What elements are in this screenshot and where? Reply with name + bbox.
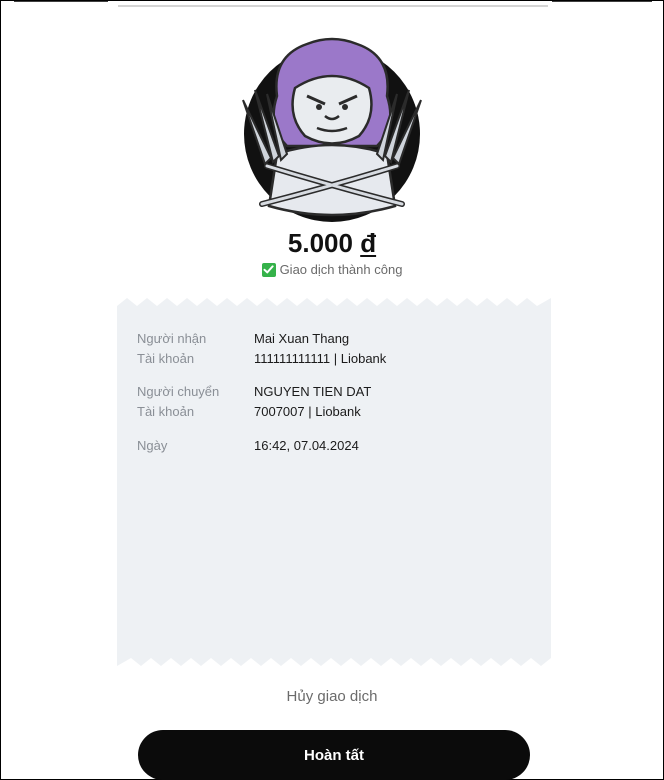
row-label: Tài khoản [137, 404, 195, 419]
row-value: Mai Xuan Thang [254, 331, 350, 346]
row-label: Ngày [137, 438, 168, 453]
done-button[interactable]: Hoàn tất [138, 730, 530, 780]
done-button-label: Hoàn tất [304, 746, 364, 764]
row-value: 111111111111 | Liobank [254, 351, 387, 366]
row-label: Người chuyển [137, 384, 220, 399]
lion-mascot-icon [242, 37, 422, 222]
currency-symbol: đ [360, 228, 377, 258]
cancel-transaction-link[interactable]: Hủy giao dịch [0, 688, 664, 705]
check-square-icon [261, 262, 276, 277]
top-divider [14, 0, 652, 7]
row-label: Tài khoản [137, 351, 195, 366]
status-text: Giao dịch thành công [279, 262, 403, 277]
row-value: 7007007 | Liobank [254, 404, 361, 419]
row-label: Người nhận [137, 331, 207, 346]
transfer-amount: 5.000 đ [0, 228, 664, 259]
transaction-status: Giao dịch thành công [0, 262, 664, 277]
row-value: NGUYEN TIEN DAT [254, 384, 372, 399]
row-value: 16:42, 07.04.2024 [254, 438, 359, 453]
amount-value: 5.000 [287, 228, 353, 258]
